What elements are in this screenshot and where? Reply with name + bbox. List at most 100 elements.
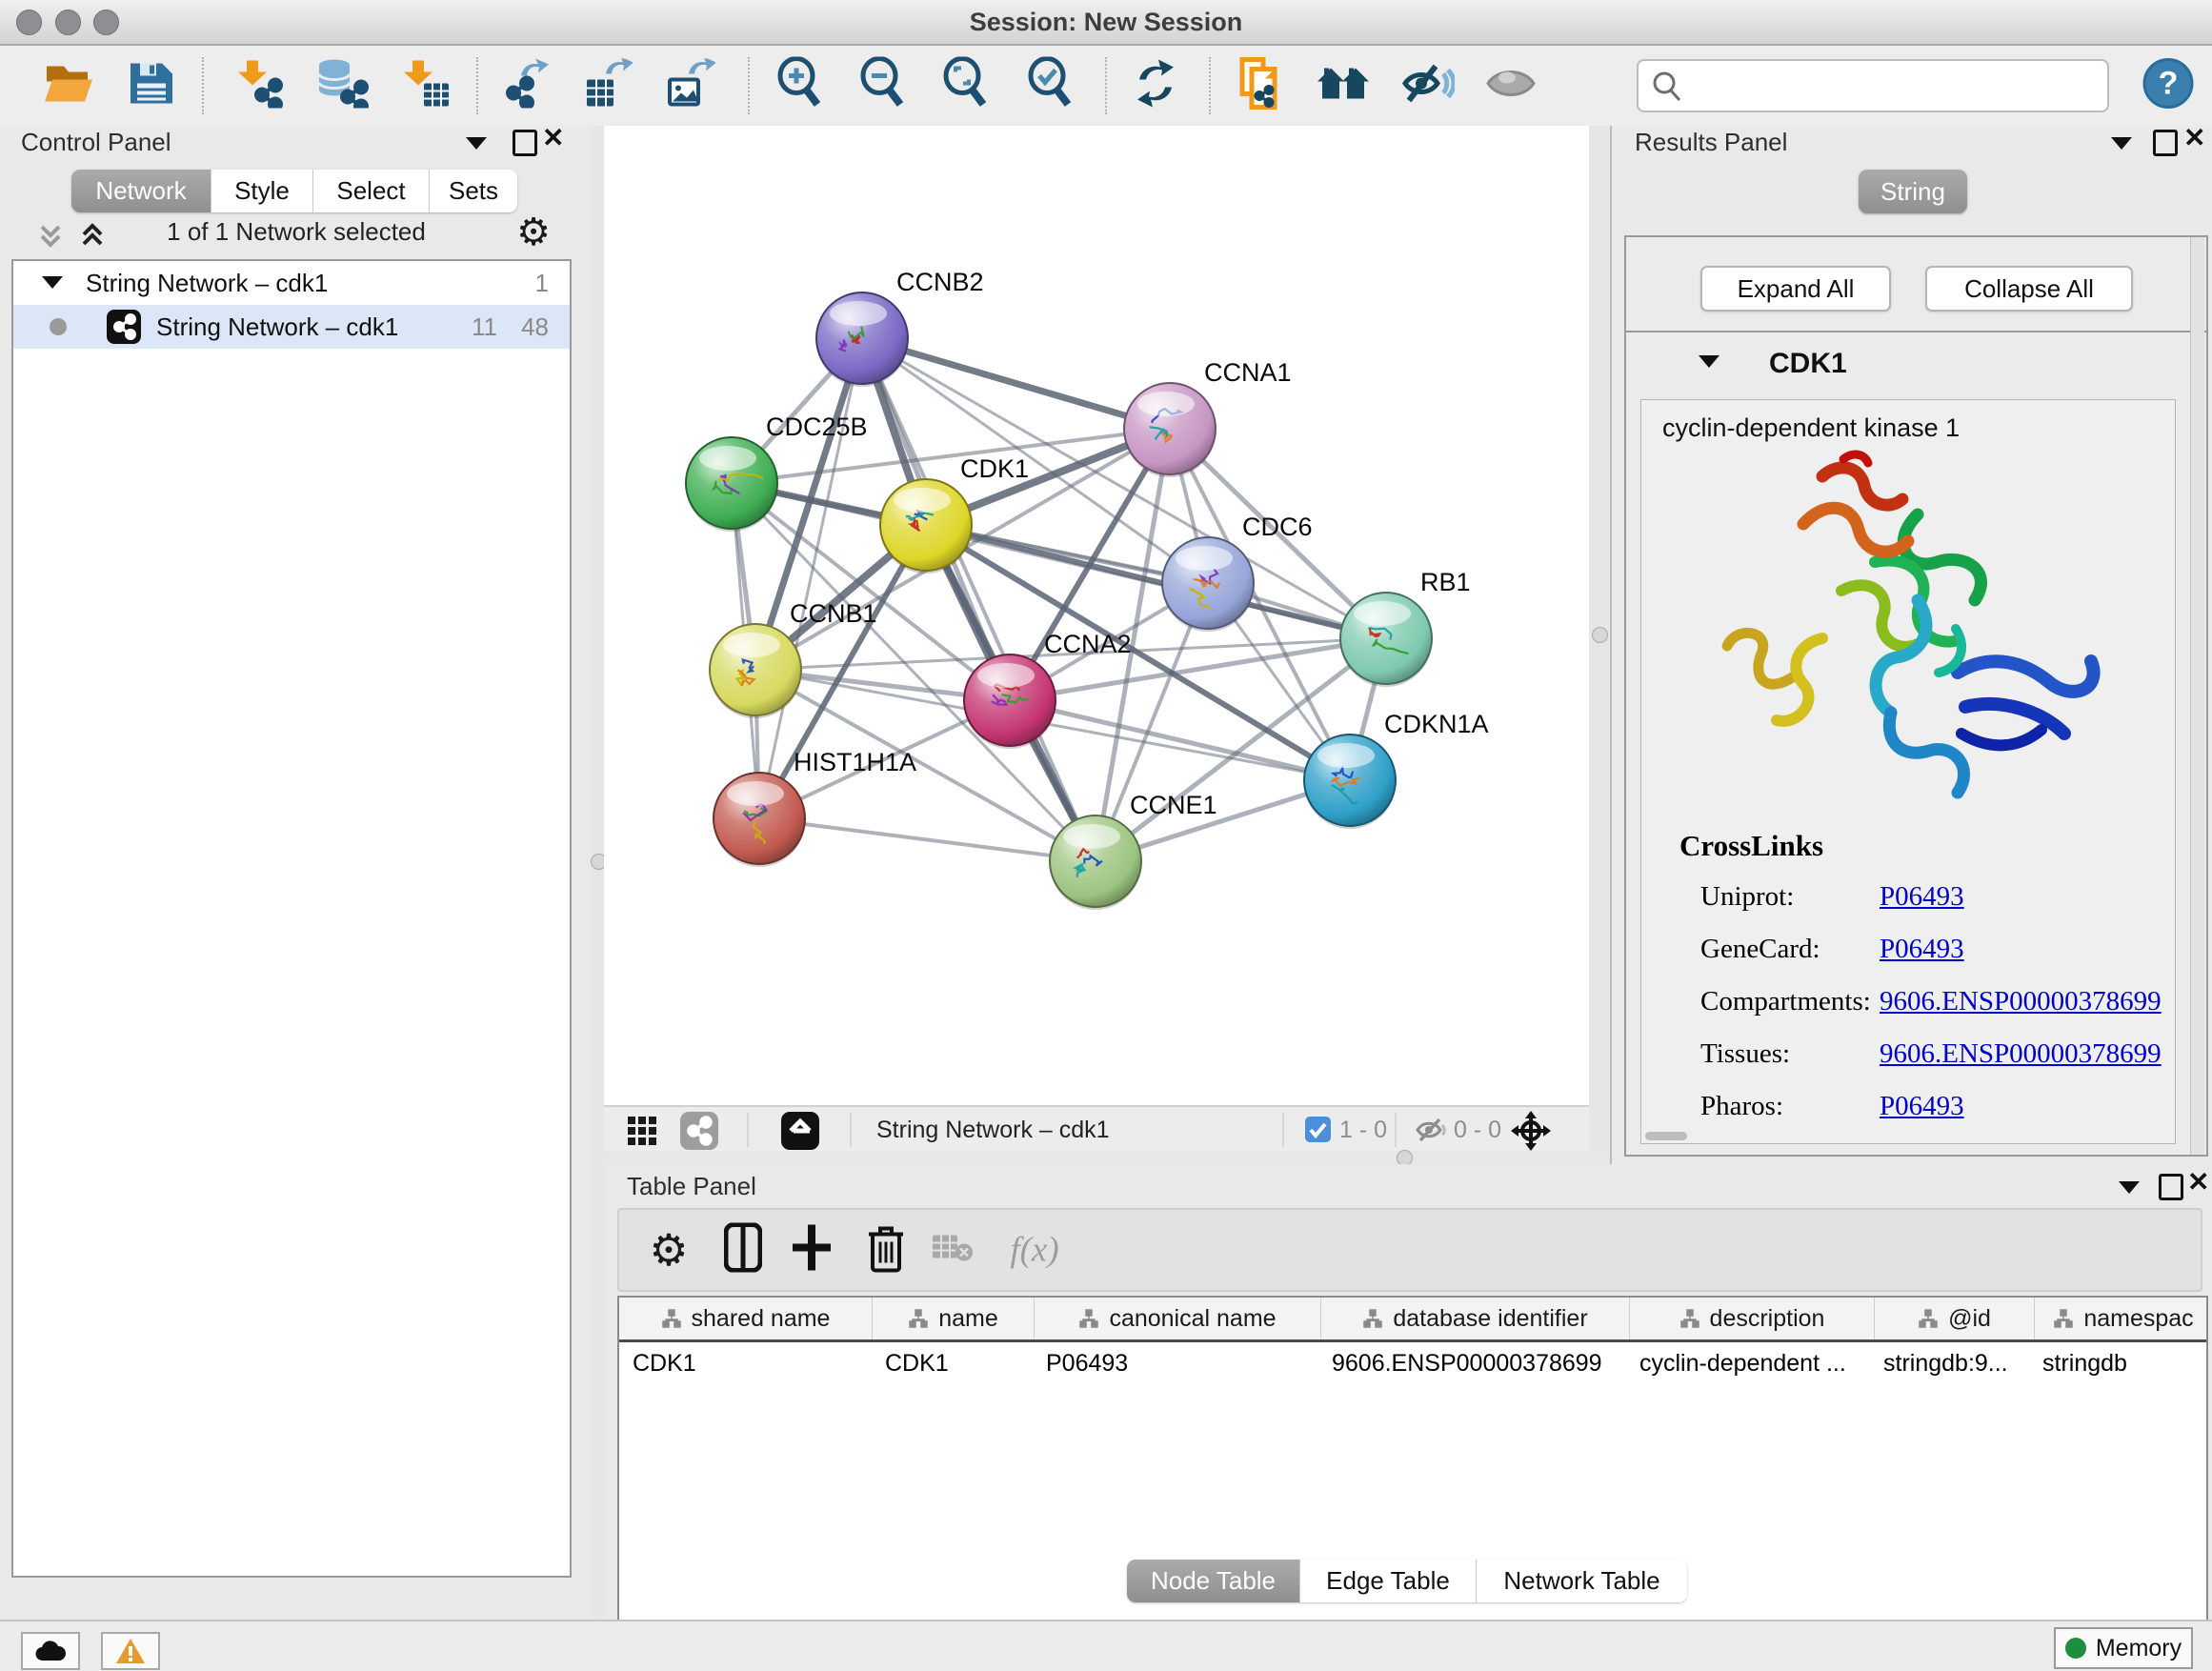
open-session-icon[interactable] [43,61,94,111]
gene-header-row[interactable]: CDK1 [1626,332,2206,397]
node-CDKN1A[interactable] [1304,735,1396,829]
current-network-name: String Network – cdk1 [876,1117,1110,1144]
network-collection-row[interactable]: String Network – cdk1 1 [13,261,570,305]
hide-selected-icon[interactable] [1401,61,1455,111]
column-header-@id[interactable]: @id [1875,1298,2035,1339]
control-panel-float-icon[interactable] [513,130,537,161]
results-panel-close-icon[interactable]: ✕ [2183,128,2205,151]
control-panel-close-icon[interactable]: ✕ [542,128,564,151]
grid-view-icon[interactable] [627,1116,657,1153]
network-canvas[interactable]: CCNB2CCNA1CDC25BCDK1CDC6RB1CCNB1CCNA2CDK… [604,126,1589,1105]
right-splitter[interactable] [1589,126,1610,1164]
cell-name[interactable]: CDK1 [872,1342,1033,1384]
edge-CCNB2-CCNE1[interactable] [862,338,1096,861]
tab-sets[interactable]: Sets [430,170,517,212]
birds-eye-view-icon[interactable] [781,1112,819,1157]
cell-database-identifier[interactable]: 9606.ENSP00000378699 [1318,1342,1626,1384]
network-share-icon[interactable] [680,1112,718,1157]
tab-node-table[interactable]: Node Table [1127,1560,1300,1602]
node-CCNA2[interactable] [964,654,1056,749]
table-panel-menu-icon[interactable] [2119,1181,2140,1198]
edge-CCNA2-CDKN1A[interactable] [1010,700,1350,780]
crosslink-link[interactable]: P06493 [1880,934,1964,965]
crosslink-link[interactable]: P06493 [1880,881,1964,913]
node-CCNB1[interactable] [710,624,801,718]
node-CCNB2[interactable] [816,292,908,387]
string-import-icon[interactable] [1235,56,1284,116]
table-settings-gear-icon[interactable]: ⚙ [649,1231,688,1269]
cell-shared-name[interactable]: CDK1 [619,1342,872,1384]
results-panel-float-icon[interactable] [2153,130,2178,161]
cloud-button[interactable] [21,1632,80,1670]
delete-column-icon[interactable] [867,1223,905,1278]
edge-HIST1H1A-CCNE1[interactable] [759,818,1096,861]
save-session-icon[interactable] [128,61,175,111]
collapse-all-button[interactable]: Collapse All [1925,266,2133,312]
tab-network[interactable]: Network [71,170,211,212]
edge-CDK1-RB1[interactable] [926,525,1386,638]
crosslink-link[interactable]: 9606.ENSP00000378699 [1880,1038,2162,1070]
network-options-gear-icon[interactable]: ⚙ [516,213,551,252]
warning-icon [115,1638,146,1664]
import-table-icon[interactable] [399,59,451,113]
tab-network-table[interactable]: Network Table [1477,1560,1687,1602]
cell-@id[interactable]: stringdb:9... [1870,1342,2029,1384]
add-column-icon[interactable] [791,1223,833,1278]
column-header-namespac[interactable]: namespac [2035,1298,2212,1339]
zoom-out-icon[interactable] [858,57,908,115]
show-all-icon[interactable] [1484,63,1538,110]
selected-checkbox-icon[interactable] [1305,1117,1331,1149]
table-panel-float-icon[interactable] [2159,1174,2183,1205]
zoom-fit-icon[interactable] [941,57,991,115]
cell-namespac[interactable]: stringdb [2029,1342,2206,1384]
expand-all-button[interactable]: Expand All [1700,266,1891,312]
cell-canonical-name[interactable]: P06493 [1033,1342,1318,1384]
export-image-icon[interactable] [664,59,715,113]
tab-string[interactable]: String [1859,170,1967,213]
node-CCNA1[interactable] [1124,383,1216,477]
export-table-icon[interactable] [581,59,633,113]
column-header-name[interactable]: name [873,1298,1035,1339]
zoom-selected-icon[interactable] [1026,57,1076,115]
node-HIST1H1A[interactable] [714,773,805,867]
cell-description[interactable]: cyclin-dependent ... [1626,1342,1870,1384]
node-RB1[interactable] [1340,593,1432,687]
help-icon[interactable]: ? [2142,58,2194,114]
results-scrollbar[interactable] [2190,237,2204,1155]
import-network-icon[interactable] [233,59,285,113]
control-panel-menu-icon[interactable] [466,137,487,154]
network-row[interactable]: String Network – cdk1 11 48 [13,305,570,349]
detail-hscroll-thumb[interactable] [1645,1132,1687,1140]
export-network-icon[interactable] [498,59,550,113]
crosslink-link[interactable]: 9606.ENSP00000378699 [1880,986,2162,1017]
tab-edge-table[interactable]: Edge Table [1300,1560,1477,1602]
node-CDC6[interactable] [1162,537,1254,632]
import-database-icon[interactable] [315,59,369,113]
crosslink-link[interactable]: P06493 [1880,1091,1964,1122]
search-input[interactable] [1692,65,2096,105]
left-splitter[interactable] [593,126,604,1620]
show-columns-icon[interactable] [724,1223,762,1278]
right-splitter-handle[interactable] [1592,627,1608,643]
edge-CCNB2-CCNA1[interactable] [862,338,1170,429]
column-header-database-identifier[interactable]: database identifier [1321,1298,1630,1339]
node-CCNE1[interactable] [1050,815,1141,910]
column-header-description[interactable]: description [1630,1298,1875,1339]
tab-select[interactable]: Select [313,170,430,212]
node-CDK1[interactable] [880,479,972,574]
collection-expand-icon[interactable] [42,276,63,289]
column-header-shared-name[interactable]: shared name [619,1298,873,1339]
table-row[interactable]: CDK1CDK1P064939606.ENSP00000378699cyclin… [619,1342,2206,1384]
refresh-layout-icon[interactable] [1130,59,1181,113]
gene-collapse-icon[interactable] [1699,355,1719,368]
home-icon[interactable] [1316,61,1373,111]
zoom-in-icon[interactable] [775,57,825,115]
edge-CCNB2-HIST1H1A[interactable] [759,338,862,818]
node-CDC25B[interactable] [686,437,777,532]
table-panel-close-icon[interactable]: ✕ [2187,1172,2209,1196]
tab-style[interactable]: Style [211,170,313,212]
column-header-canonical-name[interactable]: canonical name [1035,1298,1321,1339]
warnings-button[interactable] [101,1632,160,1670]
memory-button[interactable]: Memory [2054,1627,2193,1669]
results-panel-menu-icon[interactable] [2111,137,2132,154]
